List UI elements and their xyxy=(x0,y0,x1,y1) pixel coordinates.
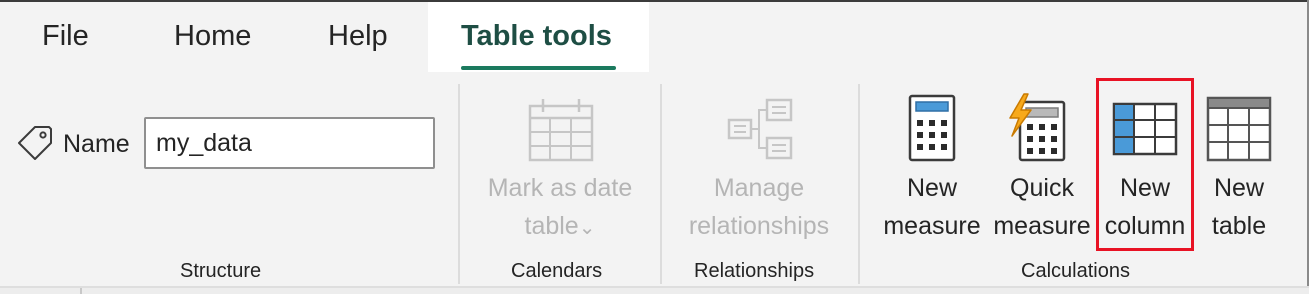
name-label: Name xyxy=(63,130,130,158)
mark-as-date-table-button[interactable]: Mark as date table⌄ xyxy=(470,92,650,252)
relationship-diagram-icon xyxy=(727,98,793,160)
new-measure-label-line2: measure xyxy=(883,212,981,240)
new-table-label-line2: table xyxy=(1211,212,1267,240)
quick-measure-button[interactable]: Quick measure xyxy=(990,92,1094,252)
ribbon-bottom-strip xyxy=(0,288,1309,294)
group-label-calculations: Calculations xyxy=(1021,260,1130,282)
group-label-structure: Structure xyxy=(180,260,262,282)
tab-table-tools[interactable]: Table tools xyxy=(461,20,612,53)
quick-measure-label-line2: measure xyxy=(993,212,1091,240)
calculator-icon xyxy=(908,94,956,162)
pane-divider xyxy=(80,288,82,294)
mark-as-date-label-line2: table⌄ xyxy=(470,208,650,247)
calendar-table-icon xyxy=(528,99,594,162)
chevron-down-icon: ⌄ xyxy=(578,217,596,239)
new-measure-label-line1: New xyxy=(906,174,957,202)
group-separator xyxy=(858,84,860,284)
active-tab-indicator xyxy=(461,66,616,70)
table-icon xyxy=(1206,96,1272,162)
manage-relationships-button[interactable]: Manage relationships xyxy=(670,92,848,252)
window-top-border xyxy=(0,0,1309,2)
manage-relationships-label-line2: relationships xyxy=(688,212,830,240)
new-table-label-line1: New xyxy=(1213,174,1264,202)
tab-home[interactable]: Home xyxy=(174,20,251,53)
tab-file[interactable]: File xyxy=(42,20,89,53)
new-measure-button[interactable]: New measure xyxy=(878,92,986,252)
group-separator xyxy=(660,84,662,284)
table-name-input[interactable] xyxy=(144,117,435,169)
group-label-relationships: Relationships xyxy=(694,260,815,282)
group-label-calendars: Calendars xyxy=(511,260,603,282)
lightning-calculator-icon xyxy=(1009,93,1066,162)
new-table-button[interactable]: New table xyxy=(1198,92,1280,252)
new-column-highlight xyxy=(1096,78,1194,251)
ribbon: File Home Help Table tools Name Structur… xyxy=(0,0,1309,294)
group-separator xyxy=(458,84,460,284)
mark-as-date-label-table: table xyxy=(524,212,579,240)
tab-help[interactable]: Help xyxy=(328,20,388,53)
manage-relationships-label-line1: Manage xyxy=(713,174,805,202)
tag-icon xyxy=(18,126,52,160)
quick-measure-label-line1: Quick xyxy=(1010,174,1074,202)
mark-as-date-label-line1: Mark as date xyxy=(487,174,633,202)
